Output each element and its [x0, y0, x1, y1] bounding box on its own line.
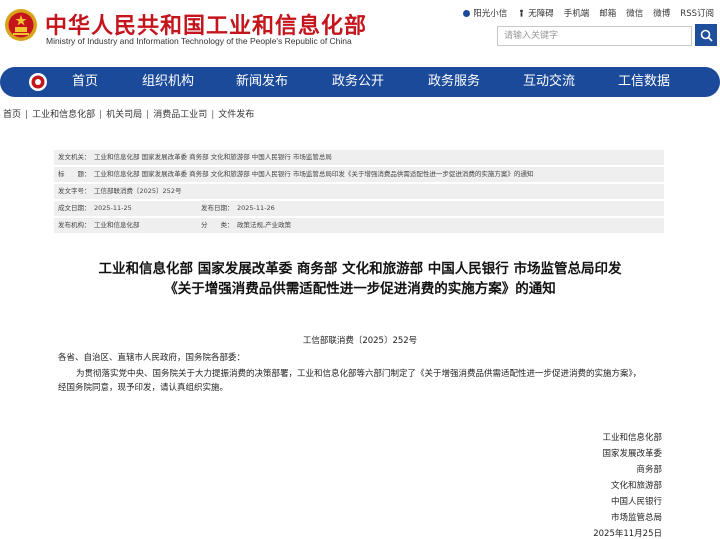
breadcrumb-separator: |	[25, 110, 29, 120]
meta-value: 2025-11-26	[237, 204, 275, 212]
breadcrumb-separator: |	[146, 110, 150, 120]
nav-item-government-affairs[interactable]: 政务公开	[332, 67, 384, 97]
breadcrumb: 首页 | 工业和信息化部 | 机关司局 | 消费品工业司 | 文件发布	[3, 107, 254, 120]
top-link-mail[interactable]: 邮箱	[599, 7, 616, 19]
meta-value: 工业和信息化部 国家发展改革委 商务部 文化和旅游部 中国人民银行 市场监管总局	[94, 153, 332, 161]
meta-label: 发布机构：	[58, 221, 91, 229]
meta-row-issuer: 发文机关： 工业和信息化部 国家发展改革委 商务部 文化和旅游部 中国人民银行 …	[54, 150, 664, 165]
document-title-line-1: 工业和信息化部 国家发展改革委 商务部 文化和旅游部 中国人民银行 市场监管总局…	[98, 261, 622, 277]
meta-value: 2025-11-25	[94, 204, 132, 212]
nav-item-services[interactable]: 政务服务	[428, 67, 480, 97]
sunshine-icon	[463, 9, 471, 17]
top-link-sunshine[interactable]: 阳光小信	[462, 7, 507, 19]
meta-label: 成文日期：	[58, 204, 91, 212]
document-meta-table: 发文机关： 工业和信息化部 国家发展改革委 商务部 文化和旅游部 中国人民银行 …	[54, 150, 664, 235]
meta-value: 工信部联消费〔2025〕252号	[94, 187, 182, 195]
body-paragraph-line-2: 经国务院同意，现予印发，请认真组织实施。	[58, 383, 229, 393]
accessibility-icon	[520, 9, 524, 17]
breadcrumb-item-consumer-goods[interactable]: 消费品工业司	[153, 110, 207, 120]
body-paragraph-line-1: 为贯彻落实党中央、国务院关于大力提振消费的决策部署，工业和信息化部等六部门制定了…	[76, 369, 642, 379]
signatory: 工业和信息化部	[602, 433, 662, 443]
document-number: 工信部联消费〔2025〕252号	[302, 336, 418, 346]
nav-item-interaction[interactable]: 互动交流	[523, 67, 575, 97]
meta-label: 发文机关：	[58, 153, 91, 161]
top-link-wechat[interactable]: 微信	[626, 7, 643, 19]
meta-row-title: 标 题： 工业和信息化部 国家发展改革委 商务部 文化和旅游部 中国人民银行 市…	[54, 167, 664, 182]
search-input[interactable]	[497, 26, 692, 46]
top-link-mobile[interactable]: 手机端	[564, 7, 590, 19]
nav-item-news[interactable]: 新闻发布	[236, 67, 288, 97]
search-button[interactable]	[695, 24, 717, 46]
signature-date: 2025年11月25日	[593, 529, 662, 539]
meta-label: 发文字号：	[58, 187, 91, 195]
meta-label: 标 题：	[58, 170, 91, 178]
national-emblem-icon[interactable]	[4, 8, 38, 42]
signatory: 市场监管总局	[610, 513, 662, 523]
salutation: 各省、自治区、直辖市人民政府，国务院各部委：	[58, 353, 246, 363]
meta-label: 分 类：	[201, 221, 234, 229]
signatory: 中国人民银行	[610, 497, 662, 507]
top-link-weibo[interactable]: 微博	[653, 7, 670, 19]
main-nav: 首页 组织机构 新闻发布 政务公开 政务服务 互动交流 工信数据	[0, 67, 720, 97]
nav-item-home[interactable]: 首页	[72, 67, 98, 97]
breadcrumb-item-departments[interactable]: 机关司局	[106, 110, 142, 120]
search-icon	[700, 29, 713, 42]
breadcrumb-separator: |	[99, 110, 103, 120]
site-subtitle: Ministry of Industry and Information Tec…	[46, 36, 352, 46]
breadcrumb-item-ministry[interactable]: 工业和信息化部	[32, 110, 95, 120]
breadcrumb-item-documents[interactable]: 文件发布	[218, 110, 254, 120]
signatory: 国家发展改革委	[602, 449, 662, 459]
signatory: 商务部	[636, 465, 662, 475]
breadcrumb-item-home[interactable]: 首页	[3, 110, 21, 120]
top-links: 阳光小信 无障碍 手机端 邮箱 微信 微博 RSS订阅	[452, 7, 714, 19]
top-link-accessibility[interactable]: 无障碍	[517, 7, 554, 19]
meta-value: 工业和信息化部	[94, 221, 140, 229]
meta-row-docno: 发文字号： 工信部联消费〔2025〕252号	[54, 184, 664, 199]
ministry-logo-icon	[29, 73, 47, 91]
signatory: 文化和旅游部	[610, 481, 662, 491]
meta-value: 工业和信息化部 国家发展改革委 商务部 文化和旅游部 中国人民银行 市场监管总局…	[94, 170, 534, 178]
meta-row-dates: 成文日期： 2025-11-25 发布日期： 2025-11-26	[54, 201, 664, 216]
nav-item-organization[interactable]: 组织机构	[142, 67, 194, 97]
meta-row-org: 发布机构： 工业和信息化部 分 类： 政策法规,产业政策	[54, 218, 664, 233]
site-header: 中华人民共和国工业和信息化部 Ministry of Industry and …	[0, 0, 720, 64]
document-title-line-2: 《关于增强消费品供需适配性进一步促进消费的实施方案》的通知	[164, 281, 556, 297]
nav-item-data[interactable]: 工信数据	[618, 67, 670, 97]
meta-value: 政策法规,产业政策	[237, 221, 292, 229]
meta-label: 发布日期：	[201, 204, 234, 212]
top-link-rss[interactable]: RSS订阅	[680, 7, 714, 19]
breadcrumb-separator: |	[211, 110, 215, 120]
